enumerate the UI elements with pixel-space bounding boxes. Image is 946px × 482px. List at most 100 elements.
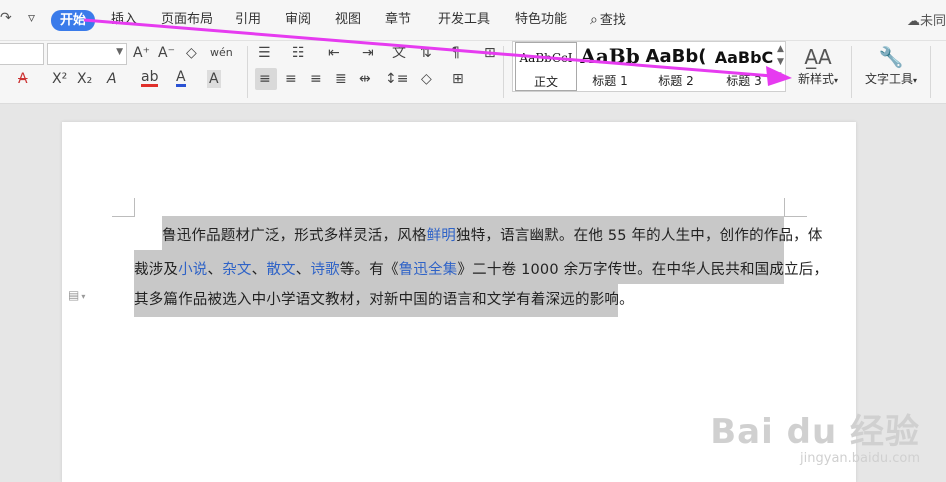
- sync-status[interactable]: ☁未同: [907, 10, 946, 29]
- subscript-icon[interactable]: X₂: [77, 70, 92, 88]
- text-effect-icon[interactable]: A: [107, 70, 117, 88]
- toolbar-separator: [503, 46, 504, 98]
- document-line-2[interactable]: 裁涉及小说、杂文、散文、诗歌等。有《鲁迅全集》二十卷 1000 余万字传世。在中…: [134, 258, 828, 279]
- style-sample: AaBb(: [645, 46, 707, 67]
- watermark-brand: Bai du 经验: [710, 412, 920, 452]
- style-heading-3[interactable]: AaBbC 标题 3: [709, 42, 779, 91]
- search-label: 查找: [599, 13, 626, 28]
- style-label: 标题 3: [726, 74, 762, 88]
- borders-icon[interactable]: ⊞: [452, 70, 464, 88]
- hyperlink[interactable]: 杂文: [222, 262, 251, 278]
- line-spacing-icon[interactable]: ↕≡: [385, 70, 408, 88]
- tab-view[interactable]: 视图: [335, 10, 361, 30]
- text-tools-label: 文字工具: [864, 72, 913, 86]
- chinese-layout-icon[interactable]: 文: [392, 44, 406, 62]
- style-sample: AaBbCcI: [519, 51, 573, 65]
- decrease-indent-icon[interactable]: ⇤: [328, 44, 340, 62]
- style-heading-1[interactable]: AaBb 标题 1: [577, 42, 643, 91]
- superscript-icon[interactable]: X²: [52, 70, 67, 88]
- tab-special-features[interactable]: 特色功能: [515, 10, 567, 30]
- hyperlink[interactable]: 小说: [178, 262, 207, 278]
- sync-status-text: 未同: [919, 14, 946, 29]
- numbered-list-icon[interactable]: ☷: [292, 44, 305, 62]
- shading-icon[interactable]: ◇: [421, 70, 432, 88]
- justify-icon[interactable]: ≣: [335, 70, 347, 88]
- character-shading-glyph: A: [209, 71, 219, 87]
- paragraph-handle[interactable]: ▤ ▾: [68, 288, 85, 302]
- sort-icon[interactable]: ⇅: [420, 44, 432, 62]
- phonetic-guide-icon[interactable]: wén: [210, 44, 233, 62]
- font-color-glyph: A: [176, 69, 186, 85]
- toolbar-separator: [930, 46, 931, 98]
- tab-start[interactable]: 开始: [51, 10, 96, 31]
- new-style-button[interactable]: A̲A 新样式▾: [795, 44, 841, 87]
- style-heading-2[interactable]: AaBb( 标题 2: [643, 42, 709, 91]
- watermark-url: jingyan.baidu.com: [800, 451, 920, 466]
- tab-references[interactable]: 引用: [235, 10, 261, 30]
- font-shrink-icon[interactable]: A⁻: [158, 44, 175, 62]
- highlight-glyph: ab: [141, 69, 159, 85]
- tab-chapter[interactable]: 章节: [385, 10, 411, 30]
- text-run: 裁涉及: [134, 262, 179, 278]
- bullet-list-icon[interactable]: ☰: [258, 44, 271, 62]
- style-normal[interactable]: AaBbCcI 正文: [515, 42, 577, 91]
- distributed-icon[interactable]: ⇹: [359, 70, 371, 88]
- align-center-icon[interactable]: ≡: [285, 70, 297, 88]
- styles-gallery: AaBbCcI 正文 AaBb 标题 1 AaBb( 标题 2 AaBbC 标题…: [512, 41, 786, 92]
- font-name-combo[interactable]: [0, 43, 44, 65]
- chevron-down-icon: ▾: [913, 76, 918, 85]
- hyperlink[interactable]: 鲜明: [427, 228, 456, 244]
- align-left-icon[interactable]: ≡: [259, 70, 271, 88]
- toolbar-separator: [851, 46, 852, 98]
- document-icon: ▤: [68, 288, 80, 302]
- text-run: 、: [207, 262, 223, 278]
- text-tools-button[interactable]: 🔧 文字工具▾: [861, 44, 921, 87]
- text-run: 》二十卷 1000 余万字传世。在中华人民共和国成立后，: [457, 262, 829, 278]
- text-run: 等。有《: [339, 262, 399, 278]
- style-sample: AaBb: [580, 44, 640, 68]
- hyperlink[interactable]: 鲁迅全集: [399, 262, 458, 278]
- tab-review[interactable]: 审阅: [285, 10, 311, 30]
- highlight-icon[interactable]: ab: [141, 68, 159, 87]
- search-icon: ⌕: [590, 12, 598, 28]
- style-label: 正文: [533, 75, 558, 89]
- style-sample: AaBbC: [714, 48, 774, 67]
- font-size-combo[interactable]: ▼: [47, 43, 127, 65]
- font-color-icon[interactable]: A: [176, 68, 186, 87]
- table-border-icon[interactable]: ⊞: [484, 44, 496, 62]
- show-hide-marks-icon[interactable]: ¶: [451, 44, 460, 62]
- increase-indent-icon[interactable]: ⇥: [362, 44, 374, 62]
- document-line-3[interactable]: 其多篇作品被选入中小学语文教材，对新中国的语言和文学有着深远的影响。: [134, 288, 634, 309]
- chevron-down-icon: ▼: [116, 47, 123, 57]
- gallery-scroll-arrows[interactable]: ▲ ▼ ▾: [777, 43, 784, 82]
- new-style-icon: A̲A: [804, 45, 832, 69]
- text-run: 鲁迅作品题材广泛，形式多样灵活，风格: [162, 228, 427, 244]
- strikethrough-glyph: A: [18, 71, 28, 87]
- align-right-icon[interactable]: ≡: [310, 70, 322, 88]
- style-label: 标题 1: [592, 74, 628, 88]
- cloud-icon: ☁: [906, 14, 920, 29]
- hyperlink[interactable]: 诗歌: [310, 262, 339, 278]
- text-run: 独特，语言幽默。在他 55 年的人生中，创作的作品，体: [456, 228, 823, 244]
- margin-corner-top-left: [112, 198, 135, 217]
- strikethrough-icon[interactable]: A: [18, 70, 28, 88]
- menu-bar: ↷ ▿ 开始 插入 页面布局 引用 审阅 视图 章节 开发工具 特色功能 ⌕ 查找…: [0, 0, 946, 40]
- font-grow-icon[interactable]: A⁺: [133, 44, 150, 62]
- redo-icon[interactable]: ↷: [0, 10, 12, 26]
- toolbar-separator: [247, 46, 248, 98]
- new-style-label: 新样式: [797, 72, 834, 86]
- clear-format-icon[interactable]: ◇: [186, 44, 197, 62]
- text-run: 、: [295, 262, 311, 278]
- character-shading-icon[interactable]: A: [207, 70, 221, 88]
- hyperlink[interactable]: 散文: [266, 262, 295, 278]
- wrench-icon: 🔧: [878, 45, 904, 69]
- tab-insert[interactable]: 插入: [111, 10, 137, 30]
- document-line-1[interactable]: 鲁迅作品题材广泛，形式多样灵活，风格鲜明独特，语言幽默。在他 55 年的人生中，…: [162, 224, 823, 245]
- style-label: 标题 2: [658, 74, 694, 88]
- search-button[interactable]: ⌕ 查找: [590, 10, 626, 30]
- chevron-down-icon: ▾: [834, 76, 839, 85]
- chevron-down-icon: ▾: [81, 292, 86, 301]
- tab-developer[interactable]: 开发工具: [438, 10, 490, 30]
- quick-access-more-icon[interactable]: ▿: [28, 10, 35, 26]
- tab-page-layout[interactable]: 页面布局: [161, 10, 213, 30]
